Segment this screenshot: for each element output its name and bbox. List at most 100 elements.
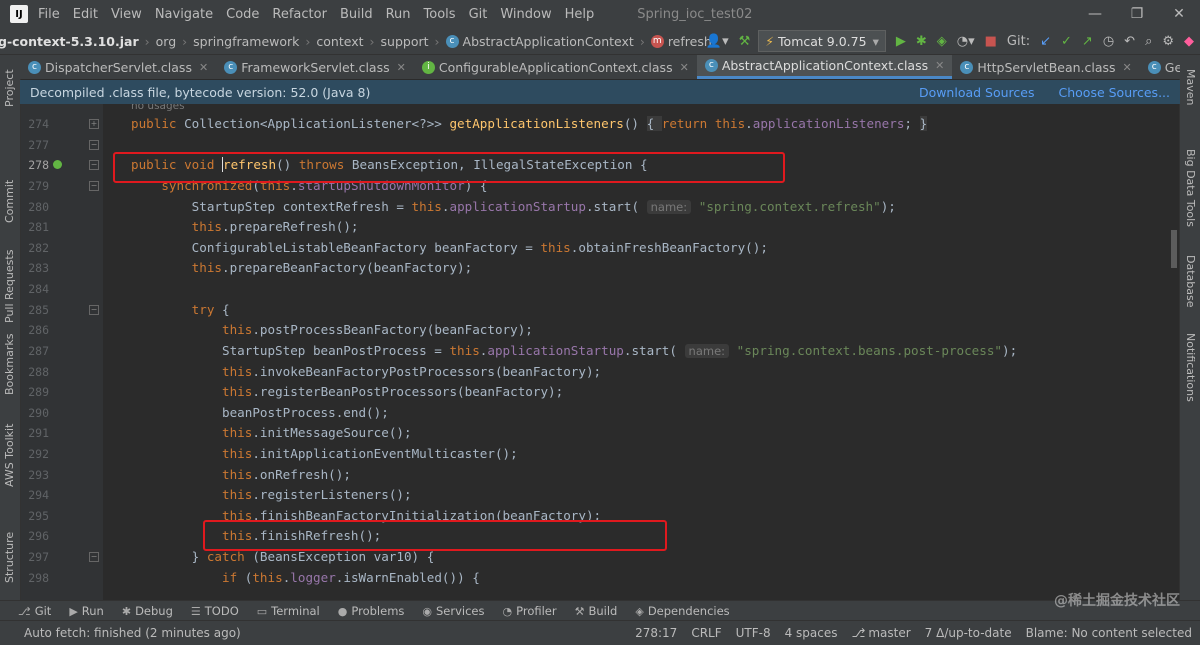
fold-icon[interactable]: − [89, 305, 99, 315]
tab-abstractapplicationcontext[interactable]: c AbstractApplicationContext.class ✕ [696, 55, 953, 79]
rollback-icon[interactable]: ↶ [1124, 34, 1135, 49]
file-encoding[interactable]: UTF-8 [736, 626, 771, 640]
gear-icon[interactable]: ⚙ [1162, 34, 1174, 49]
close-icon[interactable]: ✕ [199, 61, 208, 74]
indent-setting[interactable]: 4 spaces [785, 626, 838, 640]
close-icon[interactable]: ✕ [935, 59, 944, 72]
close-icon[interactable]: ✕ [1123, 61, 1132, 74]
breadcrumb-class[interactable]: c AbstractApplicationContext [445, 34, 634, 49]
fold-icon[interactable]: − [89, 160, 99, 170]
ide-logo-icon[interactable]: ◆ [1184, 34, 1194, 49]
code-line: this.registerBeanPostProcessors(beanFact… [222, 384, 564, 399]
restore-button[interactable]: ❐ [1116, 0, 1158, 28]
breadcrumb-jar[interactable]: g-context-5.3.10.jar [0, 34, 139, 49]
tool-notifications[interactable]: Notifications [1184, 333, 1197, 402]
tool-run[interactable]: ▶ Run [69, 604, 104, 618]
line-number: 281 [28, 220, 49, 234]
fold-icon[interactable]: − [89, 181, 99, 191]
debug-icon[interactable]: ✱ [916, 34, 927, 49]
fold-icon[interactable]: − [89, 552, 99, 562]
tool-debug[interactable]: ✱ Debug [122, 604, 173, 618]
stop-icon[interactable]: ■ [985, 34, 997, 49]
tool-build[interactable]: ⚒ Build [575, 604, 618, 618]
menu-build[interactable]: Build [340, 7, 373, 22]
override-marker-icon[interactable] [53, 160, 62, 169]
tool-aws-toolkit[interactable]: AWS Toolkit [3, 424, 16, 487]
caret-position[interactable]: 278:17 [635, 626, 677, 640]
class-file-icon: c [704, 59, 718, 72]
profiler-icon: ◔ [502, 604, 513, 618]
choose-sources-link[interactable]: Choose Sources... [1059, 85, 1171, 100]
intellij-logo-icon[interactable]: IJ [10, 5, 28, 23]
line-number: 291 [28, 426, 49, 440]
menu-run[interactable]: Run [386, 7, 411, 22]
menu-file[interactable]: File [38, 7, 60, 22]
tab-configurableapplicationcontext[interactable]: i ConfigurableApplicationContext.class ✕ [414, 55, 697, 79]
highlight-box-finish-refresh [203, 520, 667, 551]
fold-icon[interactable]: − [89, 140, 99, 150]
breadcrumb-support[interactable]: support [381, 34, 429, 49]
tool-commit[interactable]: Commit [3, 180, 16, 223]
tool-big-data-tools[interactable]: Big Data Tools [1184, 149, 1197, 227]
menu-view[interactable]: View [111, 7, 142, 22]
git-update-icon[interactable]: ↙ [1040, 34, 1051, 49]
git-sync-status[interactable]: 7 Δ/up-to-date [925, 626, 1012, 640]
coverage-icon[interactable]: ◈ [937, 34, 947, 49]
tab-dispatcherservlet[interactable]: c DispatcherServlet.class ✕ [20, 55, 216, 79]
close-window-button[interactable]: ✕ [1158, 0, 1200, 28]
hammer-icon: ⚒ [574, 604, 585, 618]
search-icon[interactable]: ⌕ [1145, 34, 1152, 49]
tool-project[interactable]: Project [3, 69, 16, 107]
status-bar: Auto fetch: finished (2 minutes ago) 278… [0, 620, 1200, 645]
tab-frameworkservlet[interactable]: c FrameworkServlet.class ✕ [216, 55, 414, 79]
user-icon[interactable]: 👤▾ [706, 34, 729, 49]
tab-httpservletbean[interactable]: c HttpServletBean.class ✕ [952, 55, 1139, 79]
line-number: 295 [28, 509, 49, 523]
hammer-icon[interactable]: ⚒ [739, 34, 751, 49]
code-editor[interactable]: 274 + 277− 278− 279− 280 281 282 283 284 … [21, 104, 1179, 600]
tool-services[interactable]: ◉ Services [422, 604, 484, 618]
run-icon[interactable]: ▶ [896, 34, 906, 49]
tool-dependencies[interactable]: ◈ Dependencies [635, 604, 729, 618]
tool-todo[interactable]: ☰ TODO [191, 604, 239, 618]
tool-problems[interactable]: ● Problems [338, 604, 405, 618]
tool-terminal[interactable]: ▭ Terminal [257, 604, 320, 618]
line-separator[interactable]: CRLF [691, 626, 721, 640]
run-config-select[interactable]: ⚡ Tomcat 9.0.75 ▾ [758, 30, 886, 52]
profile-icon[interactable]: ◔▾ [957, 34, 975, 49]
tool-git[interactable]: ⎇ Git [18, 604, 51, 618]
fold-icon[interactable]: + [89, 119, 99, 129]
tool-maven[interactable]: Maven [1184, 69, 1197, 105]
close-icon[interactable]: ✕ [397, 61, 406, 74]
git-branch[interactable]: ⎇ master [852, 626, 911, 640]
close-icon[interactable]: ✕ [680, 61, 689, 74]
menu-git[interactable]: Git [469, 7, 488, 22]
menu-tools[interactable]: Tools [424, 7, 456, 22]
tool-pull-requests[interactable]: Pull Requests [3, 250, 16, 323]
breadcrumb-springframework[interactable]: springframework [193, 34, 299, 49]
download-sources-link[interactable]: Download Sources [919, 85, 1035, 100]
breadcrumb-org[interactable]: org [156, 34, 177, 49]
menu-edit[interactable]: Edit [73, 7, 98, 22]
breadcrumb-context[interactable]: context [316, 34, 363, 49]
menu-refactor[interactable]: Refactor [272, 7, 327, 22]
tool-database[interactable]: Database [1184, 255, 1197, 308]
chevron-down-icon: ▾ [872, 33, 879, 49]
git-push-icon[interactable]: ↗ [1082, 34, 1093, 49]
tool-profiler[interactable]: ◔ Profiler [503, 604, 557, 618]
menu-help[interactable]: Help [565, 7, 595, 22]
history-icon[interactable]: ◷ [1103, 34, 1114, 49]
menu-window[interactable]: Window [500, 7, 551, 22]
git-commit-icon[interactable]: ✓ [1061, 34, 1072, 49]
tool-label: TODO [204, 604, 239, 618]
tool-label: Profiler [516, 604, 557, 618]
menu-code[interactable]: Code [226, 7, 259, 22]
menu-navigate[interactable]: Navigate [155, 7, 213, 22]
scrollbar-thumb[interactable] [1171, 230, 1177, 268]
tool-bookmarks[interactable]: Bookmarks [3, 334, 16, 395]
tool-structure[interactable]: Structure [3, 532, 16, 583]
vcs-blame[interactable]: Blame: No content selected [1026, 626, 1192, 640]
minimize-button[interactable]: — [1074, 0, 1116, 28]
class-icon: c [445, 34, 459, 48]
tab-genericservlet[interactable]: c GenericServlet.class ✕ [1140, 55, 1180, 79]
